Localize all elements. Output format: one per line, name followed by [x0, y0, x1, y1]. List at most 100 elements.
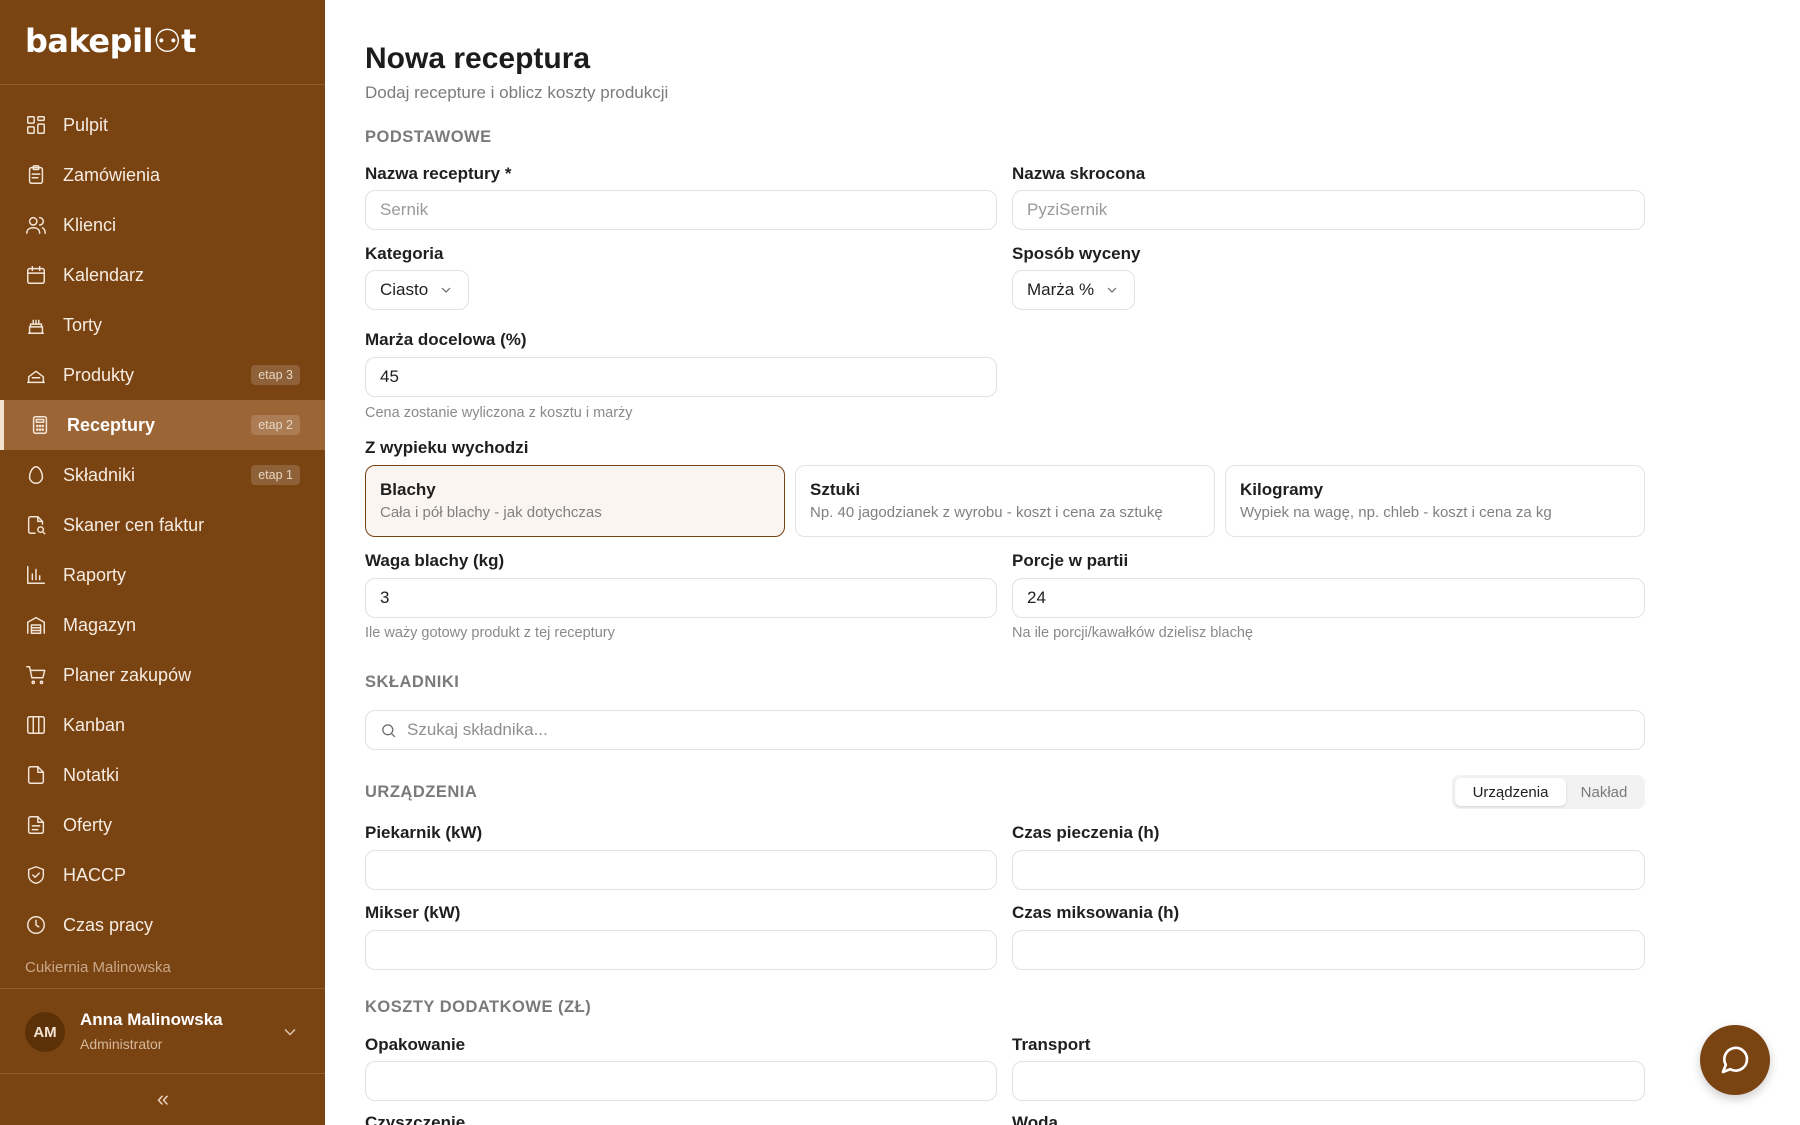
section-basic-heading: PODSTAWOWE: [365, 128, 492, 146]
tray-weight-input[interactable]: [365, 578, 997, 618]
mixer-power-input[interactable]: [365, 930, 997, 970]
sidebar-item-raporty[interactable]: Raporty: [0, 550, 325, 600]
bake-time-input[interactable]: [1012, 850, 1645, 890]
yield-option-desc: Wypiek na wagę, np. chleb - koszt i cena…: [1240, 504, 1552, 521]
pricing-method-label: Sposób wyceny: [1012, 244, 1141, 263]
cake-icon: [25, 314, 47, 336]
page-subtitle: Dodaj recepture i oblicz koszty produkcj…: [365, 83, 669, 102]
clock-icon: [25, 914, 47, 936]
sidebar-item-label: HACCP: [63, 864, 127, 885]
target-margin-label: Marża docelowa (%): [365, 330, 527, 349]
main-content: Nowa receptura Dodaj recepture i oblicz …: [365, 0, 1645, 1125]
category-select-value: Ciasto: [380, 280, 429, 299]
oven-power-label: Piekarnik (kW): [365, 823, 483, 842]
yield-option-sztuki[interactable]: Sztuki Np. 40 jagodzianek z wyrobu - kos…: [795, 465, 1215, 537]
sidebar-item-pulpit[interactable]: Pulpit: [0, 100, 325, 150]
transport-label: Transport: [1012, 1035, 1091, 1054]
sidebar-item-skladniki[interactable]: Składniki etap 1: [0, 450, 325, 500]
sidebar-item-magazyn[interactable]: Magazyn: [0, 600, 325, 650]
yield-option-title: Kilogramy: [1240, 480, 1324, 499]
water-label: Woda: [1012, 1113, 1058, 1125]
sidebar-item-haccp[interactable]: HACCP: [0, 850, 325, 900]
section-ingredients-heading: SKŁADNIKI: [365, 673, 460, 691]
chevron-down-icon[interactable]: [280, 1022, 300, 1042]
organization-name: Cukiernia Malinowska: [25, 959, 171, 976]
chevron-down-icon: [441, 287, 451, 293]
sidebar-nav: Pulpit Zamówienia Klienci Kalendarz Tort…: [0, 100, 325, 950]
stage-badge: etap 1: [251, 465, 300, 485]
sidebar-item-receptury[interactable]: Receptury etap 2: [0, 400, 325, 450]
note-icon: [25, 764, 47, 786]
sidebar-item-label: Raporty: [63, 564, 127, 585]
sidebar-item-notatki[interactable]: Notatki: [0, 750, 325, 800]
page-title: Nowa receptura: [365, 42, 591, 75]
divider: [0, 988, 325, 989]
category-select[interactable]: Ciasto: [365, 270, 470, 310]
ingredient-search[interactable]: [365, 710, 1645, 750]
stage-badge: etap 2: [251, 415, 300, 435]
sidebar-item-kalendarz[interactable]: Kalendarz: [0, 250, 325, 300]
toggle-naklad[interactable]: Nakład: [1566, 778, 1642, 806]
sidebar-item-klienci[interactable]: Klienci: [0, 200, 325, 250]
sidebar-item-kanban[interactable]: Kanban: [0, 700, 325, 750]
portions-help: Na ile porcji/kawałków dzielisz blachę: [1012, 625, 1253, 641]
yield-option-blachy[interactable]: Blachy Cała i pół blachy - jak dotychcza…: [365, 465, 785, 537]
sidebar-item-planer-zakupow[interactable]: Planer zakupów: [0, 650, 325, 700]
user-name[interactable]: Anna Malinowska: [80, 1010, 223, 1030]
sidebar-item-label: Torty: [63, 314, 103, 335]
short-name-input[interactable]: [1012, 190, 1645, 230]
sidebar-item-label: Czas pracy: [63, 914, 154, 935]
sidebar-item-label: Zamówienia: [63, 164, 161, 185]
oven-power-input[interactable]: [365, 850, 997, 890]
sidebar-item-label: Notatki: [63, 764, 120, 785]
bar-chart-icon: [25, 564, 47, 586]
sidebar-item-oferty[interactable]: Oferty: [0, 800, 325, 850]
chevron-down-icon: [1107, 287, 1117, 293]
bake-time-label: Czas pieczenia (h): [1012, 823, 1160, 842]
divider: [0, 1073, 325, 1074]
transport-input[interactable]: [1012, 1061, 1645, 1101]
sidebar-item-produkty[interactable]: Produkty etap 3: [0, 350, 325, 400]
chat-button[interactable]: [1700, 1025, 1770, 1095]
target-margin-input[interactable]: [365, 357, 997, 397]
sidebar-item-label: Produkty: [63, 364, 135, 385]
file-scan-icon: [25, 514, 47, 536]
yield-option-title: Sztuki: [810, 480, 861, 499]
mixer-power-label: Mikser (kW): [365, 903, 461, 922]
egg-icon: [25, 464, 47, 486]
recipe-name-label: Nazwa receptury *: [365, 164, 512, 183]
packaging-input[interactable]: [365, 1061, 997, 1101]
clipboard-icon: [25, 164, 47, 186]
pricing-method-select[interactable]: Marża %: [1012, 270, 1136, 310]
calculator-icon: [29, 414, 51, 436]
product-icon: [25, 364, 47, 386]
stage-badge: etap 3: [251, 365, 300, 385]
avatar[interactable]: AM: [25, 1012, 65, 1052]
document-icon: [25, 814, 47, 836]
sidebar-item-zamowienia[interactable]: Zamówienia: [0, 150, 325, 200]
yield-option-kilogramy[interactable]: Kilogramy Wypiek na wagę, np. chleb - ko…: [1225, 465, 1645, 537]
sidebar-item-label: Pulpit: [63, 114, 109, 135]
app-logo[interactable]: bakepil⚇t: [25, 22, 196, 60]
tray-weight-help: Ile waży gotowy produkt z tej receptury: [365, 625, 615, 641]
category-label: Kategoria: [365, 244, 444, 263]
toggle-urzadzenia[interactable]: Urządzenia: [1455, 778, 1566, 806]
divider: [0, 84, 325, 85]
sidebar: bakepil⚇t Pulpit Zamówienia Klienci Kale…: [0, 0, 325, 1125]
yield-type-label: Z wypieku wychodzi: [365, 438, 529, 457]
sidebar-item-skaner-cen-faktur[interactable]: Skaner cen faktur: [0, 500, 325, 550]
ingredient-search-input[interactable]: [407, 720, 1607, 740]
portions-label: Porcje w partii: [1012, 551, 1129, 570]
warehouse-icon: [25, 614, 47, 636]
short-name-label: Nazwa skrocona: [1012, 164, 1146, 183]
sidebar-item-label: Kalendarz: [63, 264, 145, 285]
sidebar-item-czas-pracy[interactable]: Czas pracy: [0, 900, 325, 950]
portions-input[interactable]: [1012, 578, 1645, 618]
sidebar-item-torty[interactable]: Torty: [0, 300, 325, 350]
cleaning-label: Czyszczenie: [365, 1113, 466, 1125]
pricing-method-value: Marża %: [1027, 280, 1095, 299]
mix-time-input[interactable]: [1012, 930, 1645, 970]
recipe-name-input[interactable]: [365, 190, 997, 230]
collapse-sidebar-button[interactable]: «: [150, 1086, 176, 1112]
sidebar-item-label: Oferty: [63, 814, 113, 835]
